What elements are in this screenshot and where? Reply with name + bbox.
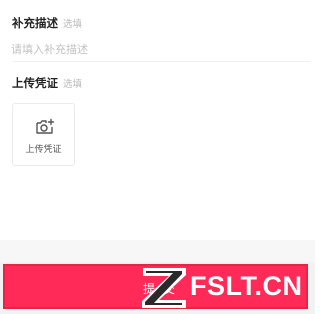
refund-form-screen: 补充描述选填 上传凭证选填 上传凭证 提交 FSLT.CN — [0, 0, 315, 314]
content-bottom-band — [0, 240, 315, 262]
upload-section-title: 上传凭证 选填 — [12, 75, 82, 91]
description-section-title: 补充描述 选填 — [12, 15, 82, 31]
description-input[interactable] — [11, 40, 301, 58]
upload-optional-tag: 选填 — [63, 79, 83, 90]
watermark-logo-icon — [142, 268, 186, 308]
upload-label: 上传凭证 — [12, 76, 58, 90]
upload-proof-button[interactable]: 上传凭证 — [12, 103, 75, 166]
watermark: FSLT.CN — [140, 266, 315, 310]
watermark-text: FSLT.CN — [190, 271, 303, 301]
description-label: 补充描述 — [12, 16, 58, 30]
section-divider — [12, 61, 310, 62]
camera-plus-icon — [36, 118, 55, 134]
upload-button-caption: 上传凭证 — [25, 145, 62, 155]
description-optional-tag: 选填 — [63, 19, 83, 30]
